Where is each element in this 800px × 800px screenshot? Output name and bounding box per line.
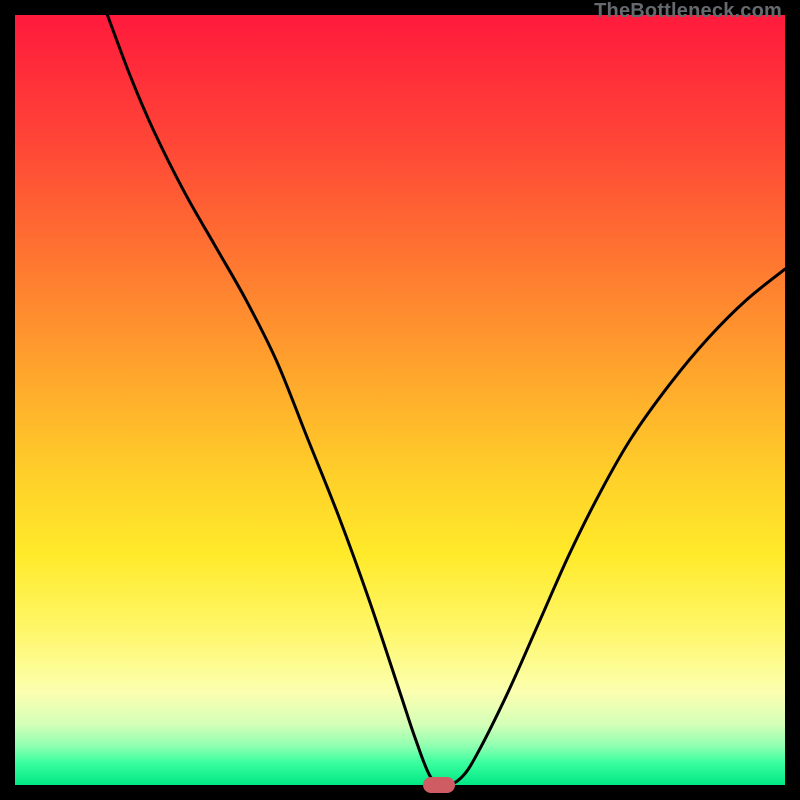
plot-area	[15, 15, 785, 785]
watermark-text: TheBottleneck.com	[594, 0, 782, 23]
bottleneck-line	[15, 15, 785, 785]
chart-frame: TheBottleneck.com	[0, 0, 800, 800]
optimal-marker	[423, 777, 455, 793]
